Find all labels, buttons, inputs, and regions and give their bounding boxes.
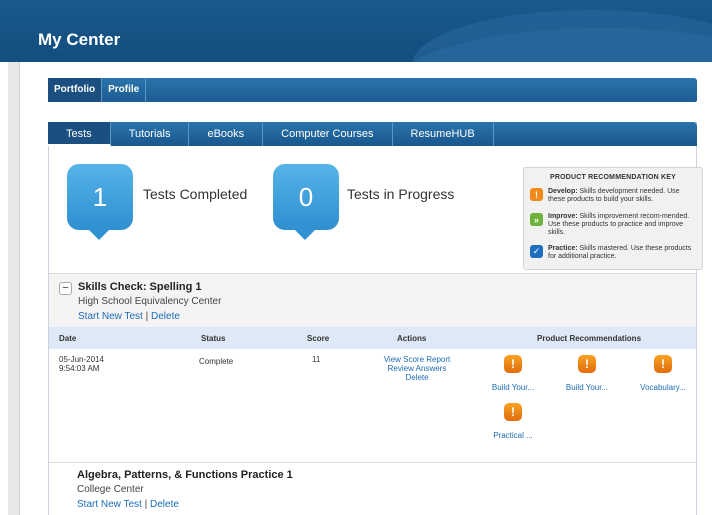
improve-icon: » (530, 213, 543, 226)
test-section-algebra: Algebra, Patterns, & Functions Practice … (49, 464, 696, 515)
collapse-toggle-icon[interactable]: − (59, 282, 72, 295)
header-decoration (412, 10, 712, 62)
test-center: College Center (77, 484, 144, 495)
subnav-bar: Portfolio Profile (48, 78, 697, 102)
key-develop: ! Develop: Skills development needed. Us… (530, 188, 696, 204)
col-status: Status (201, 334, 226, 343)
tab-tests[interactable]: Tests (48, 122, 111, 146)
develop-icon: ! (654, 355, 672, 373)
test-title: Skills Check: Spelling 1 (78, 281, 202, 293)
col-score: Score (307, 334, 330, 343)
row-status: Complete (199, 357, 234, 366)
tab-tutorials[interactable]: Tutorials (111, 122, 190, 146)
develop-icon: ! (504, 403, 522, 421)
row-date: 05-Jun-2014 9:54:03 AM (59, 355, 104, 373)
key-improve: » Improve: Skills improvement recom-mend… (530, 213, 696, 237)
review-answers-link[interactable]: Review Answers (377, 364, 457, 373)
page-title: My Center (38, 30, 121, 49)
start-new-test-link[interactable]: Start New Test (78, 311, 143, 322)
delete-test-link[interactable]: Delete (151, 311, 180, 322)
results-table-header: Date Status Score Actions Product Recomm… (49, 327, 696, 349)
col-recommendations: Product Recommendations (537, 334, 642, 343)
tests-panel: Tests Tutorials eBooks Computer Courses … (48, 122, 703, 515)
recommendation-item[interactable]: ! Vocabulary... (633, 355, 693, 392)
subnav-profile[interactable]: Profile (102, 78, 147, 102)
test-links: Start New Test | Delete (77, 499, 179, 510)
row-actions: View Score Report Review Answers Delete (377, 355, 457, 382)
recommendation-item[interactable]: ! Build Your... (483, 355, 543, 392)
start-new-test-link[interactable]: Start New Test (77, 499, 142, 510)
tab-ebooks[interactable]: eBooks (189, 122, 264, 146)
tab-computer-courses[interactable]: Computer Courses (263, 122, 393, 146)
recommendation-key: PRODUCT RECOMMENDATION KEY ! Develop: Sk… (523, 167, 703, 270)
col-actions: Actions (397, 334, 427, 343)
tests-completed-count: 1 (67, 164, 133, 240)
develop-icon: ! (578, 355, 596, 373)
col-date: Date (59, 334, 77, 343)
test-section-spelling: − Skills Check: Spelling 1 High School E… (49, 274, 696, 327)
test-center: High School Equivalency Center (78, 296, 222, 307)
subnav-portfolio[interactable]: Portfolio (48, 78, 103, 102)
test-links: Start New Test | Delete (78, 311, 180, 322)
row-score: 11 (312, 355, 321, 364)
tests-in-progress-count: 0 (273, 164, 339, 240)
recommendation-item[interactable]: ! Build Your... (557, 355, 617, 392)
tab-resumehub[interactable]: ResumeHUB (393, 122, 494, 146)
develop-icon: ! (504, 355, 522, 373)
tests-completed-label: Tests Completed (143, 186, 248, 202)
tab-bar: Tests Tutorials eBooks Computer Courses … (48, 122, 697, 146)
left-frame (8, 62, 20, 515)
table-row: 05-Jun-2014 9:54:03 AM Complete 11 View … (49, 349, 696, 463)
app-header: My Center (0, 0, 712, 62)
test-title: Algebra, Patterns, & Functions Practice … (77, 469, 293, 481)
practice-check-icon: ✓ (530, 245, 543, 258)
develop-icon: ! (530, 188, 543, 201)
tests-in-progress-label: Tests in Progress (347, 186, 455, 202)
key-practice: ✓ Practice: Skills mastered. Use these p… (530, 245, 696, 261)
recommendation-item[interactable]: ! Practical ... (483, 403, 543, 440)
delete-test-link[interactable]: Delete (150, 499, 179, 510)
view-score-report-link[interactable]: View Score Report (377, 355, 457, 364)
delete-result-link[interactable]: Delete (377, 373, 457, 382)
key-title: PRODUCT RECOMMENDATION KEY (549, 174, 676, 181)
